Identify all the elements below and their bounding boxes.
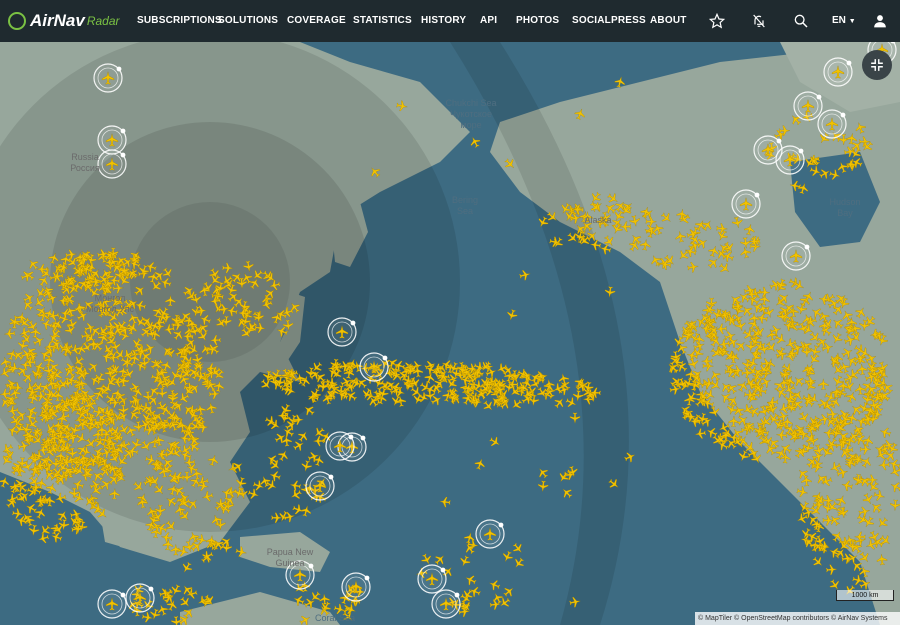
nav-coverage[interactable]: COVERAGE: [287, 15, 346, 26]
logo-sub: Radar: [86, 14, 120, 28]
aircraft-marker-dot: [120, 592, 126, 598]
notification-off-icon[interactable]: [749, 11, 769, 31]
aircraft-marker-dot: [798, 148, 804, 154]
aircraft-marker-dot: [804, 244, 810, 250]
aircraft-marker-dot: [846, 60, 852, 66]
aircraft-marker-dot: [364, 575, 370, 581]
language-selector[interactable]: EN ▼: [832, 15, 856, 26]
aircraft-marker-dot: [120, 128, 126, 134]
airnav-logo[interactable]: AirNav Radar: [8, 11, 130, 31]
aircraft-marker-dot: [116, 66, 122, 72]
language-caret-icon: ▼: [848, 18, 856, 25]
map-canvas[interactable]: [0, 42, 900, 625]
logo-mark-icon: [8, 12, 26, 30]
nav-about[interactable]: ABOUT: [650, 15, 687, 26]
star-icon[interactable]: [707, 11, 727, 31]
user-icon[interactable]: [870, 11, 890, 31]
nav-subscriptions[interactable]: SUBSCRIPTIONS: [137, 15, 222, 26]
aircraft-marker-dot: [120, 152, 126, 158]
map-scale: 1000 km: [836, 590, 894, 601]
aircraft-marker-dot: [454, 592, 460, 598]
aircraft-marker-dot: [754, 192, 760, 198]
aircraft-marker-dot: [148, 586, 154, 592]
top-navigation-bar: AirNav Radar SUBSCRIPTIONS SOLUTIONS COV…: [0, 0, 900, 42]
aircraft-marker-dot: [440, 567, 446, 573]
aircraft-marker-dot: [498, 522, 504, 528]
aircraft-marker-dot: [816, 94, 822, 100]
nav-solutions[interactable]: SOLUTIONS: [218, 15, 278, 26]
collapse-icon[interactable]: [862, 50, 892, 80]
aircraft-marker-dot: [382, 355, 388, 361]
nav-statistics[interactable]: STATISTICS: [353, 15, 412, 26]
search-icon[interactable]: [791, 11, 811, 31]
aircraft-marker-dot: [360, 435, 366, 441]
map-attribution[interactable]: © MapTiler © OpenStreetMap contributors …: [695, 612, 900, 625]
logo-name: AirNav: [30, 11, 85, 30]
nav-photos[interactable]: PHOTOS: [516, 15, 559, 26]
aircraft-marker-dot: [350, 320, 356, 326]
aircraft-marker-dot: [348, 434, 354, 440]
nav-history[interactable]: HISTORY: [421, 15, 466, 26]
aircraft-marker-dot: [776, 138, 782, 144]
nav-api[interactable]: API: [480, 15, 497, 26]
flight-map[interactable]: Chukchi Sea Чукотское море Russia Россия…: [0, 42, 900, 625]
language-code: EN: [832, 15, 846, 26]
aircraft-marker-dot: [328, 474, 334, 480]
nav-socialpress[interactable]: SOCIALPRESS: [572, 15, 646, 26]
aircraft-marker-dot: [308, 563, 314, 569]
aircraft-marker-dot: [840, 112, 846, 118]
